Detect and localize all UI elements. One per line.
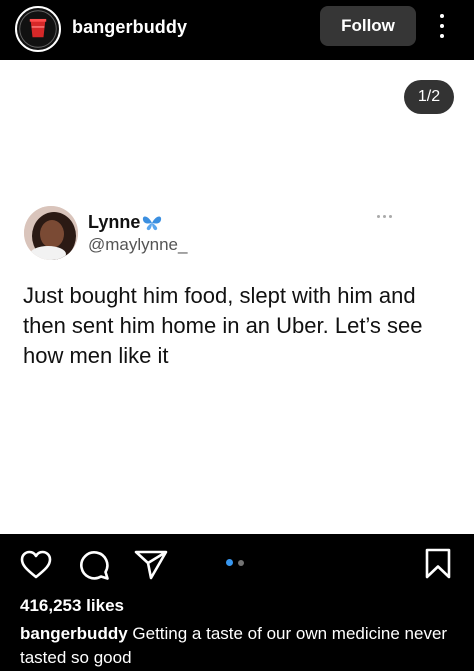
carousel-dot-inactive bbox=[238, 560, 244, 566]
profile-avatar[interactable] bbox=[15, 6, 61, 52]
follow-button[interactable]: Follow bbox=[320, 6, 416, 46]
likes-count[interactable]: 416,253 likes bbox=[20, 596, 124, 616]
butterfly-icon bbox=[142, 215, 162, 231]
tweet-more-icon bbox=[377, 215, 395, 221]
post-caption: bangerbuddy Getting a taste of our own m… bbox=[20, 622, 460, 670]
bookmark-icon[interactable] bbox=[424, 548, 452, 580]
tweet-avatar bbox=[24, 206, 78, 260]
more-vertical-icon[interactable] bbox=[432, 10, 452, 42]
post-header: bangerbuddy Follow bbox=[0, 0, 474, 58]
cup-logo-icon bbox=[19, 10, 57, 48]
send-icon[interactable] bbox=[134, 549, 168, 581]
caption-username[interactable]: bangerbuddy bbox=[20, 624, 128, 643]
header-username[interactable]: bangerbuddy bbox=[72, 17, 187, 38]
tweet-text: Just bought him food, slept with him and… bbox=[23, 283, 423, 368]
tweet-display-name: Lynne bbox=[88, 212, 162, 233]
carousel-counter: 1/2 bbox=[404, 80, 454, 114]
heart-icon[interactable] bbox=[20, 550, 52, 580]
carousel-dots bbox=[226, 559, 250, 567]
carousel-dot-active bbox=[226, 559, 233, 566]
tweet-handle: @maylynne_ bbox=[88, 235, 188, 254]
comment-icon[interactable] bbox=[78, 549, 110, 581]
tweet-name-text: Lynne bbox=[88, 212, 141, 232]
